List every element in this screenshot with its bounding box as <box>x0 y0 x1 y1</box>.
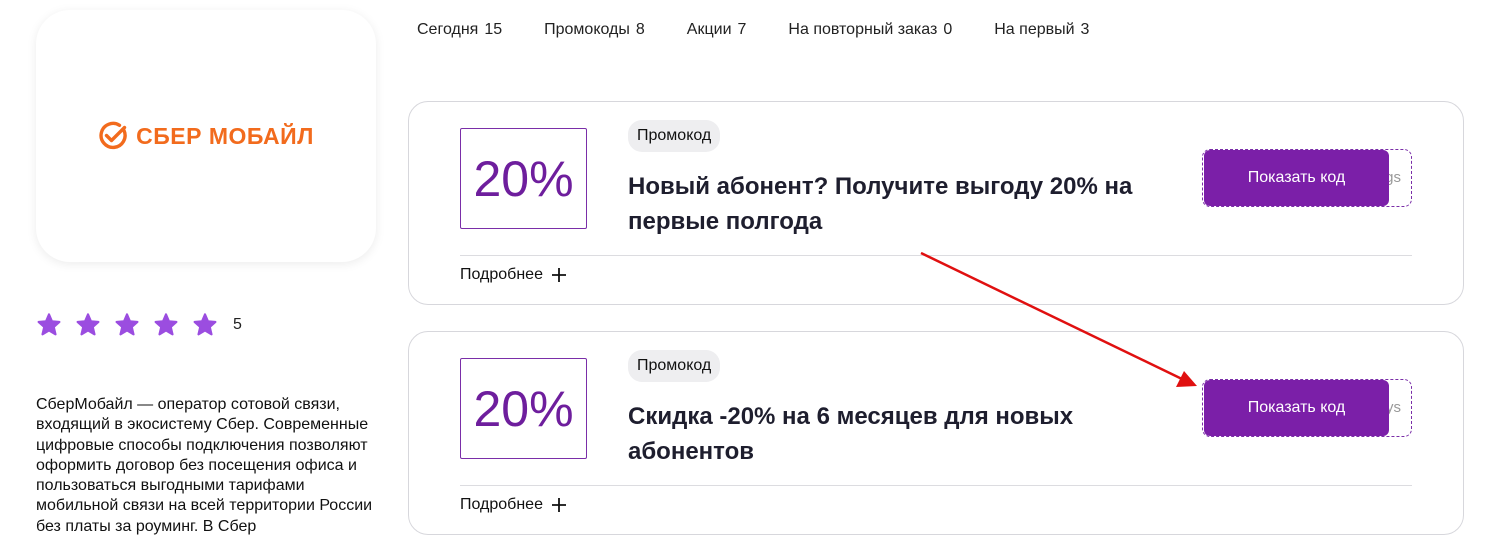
page: СБЕР МОБАЙЛ 5 СберМобайл — оператор сото… <box>0 0 1487 556</box>
show-code-button[interactable]: Показать код <box>1204 150 1389 206</box>
tab-today[interactable]: Сегодня 15 <box>417 21 502 39</box>
promo-code-box[interactable]: gs Показать код <box>1202 149 1412 207</box>
check-circle-icon <box>99 121 127 150</box>
promo-code-box[interactable]: ys Показать код <box>1202 379 1412 437</box>
coupon-type-badge: Промокод <box>628 120 721 152</box>
divider <box>460 485 1412 486</box>
discount-value: 20% <box>460 128 587 229</box>
brand-description: СберМобайл — оператор сотовой связи, вхо… <box>36 396 373 535</box>
rating: 5 <box>36 310 242 340</box>
star-icon <box>76 313 100 336</box>
rating-value: 5 <box>233 316 242 333</box>
coupon-card: 20% Промокод Новый абонент? Получите выг… <box>408 101 1464 305</box>
tab-repeat-order[interactable]: На повторный заказ 0 <box>788 21 952 39</box>
brand-logo: СБЕР МОБАЙЛ <box>98 121 314 151</box>
coupon-type-badge: Промокод <box>628 350 721 382</box>
coupon-card: 20% Промокод Скидка -20% на 6 месяцев дл… <box>408 331 1464 535</box>
details-toggle[interactable]: Подробнее <box>460 493 567 517</box>
show-code-button[interactable]: Показать код <box>1204 380 1389 436</box>
brand-logo-card: СБЕР МОБАЙЛ <box>36 10 376 262</box>
tab-promocodes[interactable]: Промокоды 8 <box>544 21 645 39</box>
star-icon <box>115 313 139 336</box>
brand-name: СБЕР МОБАЙЛ <box>136 122 314 149</box>
coupon-title: Скидка -20% на 6 месяцев для новых абоне… <box>628 403 1074 465</box>
star-icon <box>154 313 178 336</box>
details-label: Подробнее <box>460 266 543 283</box>
filter-tabs: Сегодня 15 Промокоды 8 Акции 7 На повторный… <box>417 18 1131 42</box>
discount-value: 20% <box>460 358 587 459</box>
star-icon <box>37 313 61 336</box>
details-toggle[interactable]: Подробнее <box>460 263 567 287</box>
plus-icon <box>551 498 566 512</box>
star-icon <box>193 313 217 336</box>
tab-promotions[interactable]: Акции 7 <box>687 21 747 39</box>
divider <box>460 255 1412 256</box>
plus-icon <box>551 268 566 282</box>
tab-first-order[interactable]: На первый 3 <box>994 21 1089 39</box>
details-label: Подробнее <box>460 496 543 513</box>
coupon-title: Новый абонент? Получите выгоду 20% на пе… <box>628 173 1133 235</box>
